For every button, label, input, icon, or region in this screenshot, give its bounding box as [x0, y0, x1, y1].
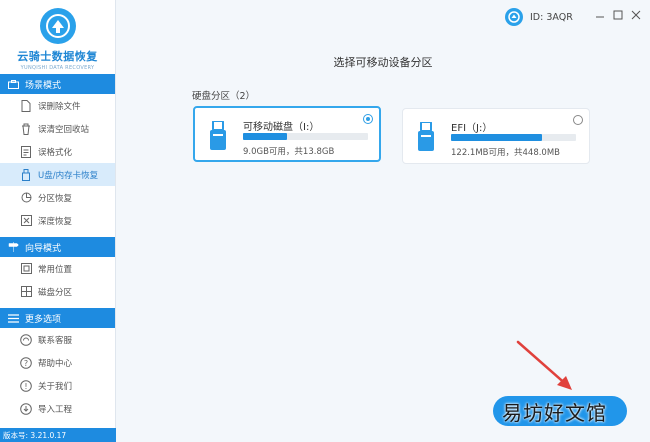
user-id: ID: 3AQR: [530, 11, 573, 23]
app-name: 云骑士数据恢复: [17, 50, 98, 63]
location-icon: [20, 263, 32, 275]
disk-usage-bar: [451, 134, 576, 141]
usb-drive-icon: [209, 120, 227, 151]
signpost-icon: [7, 242, 19, 252]
disk-radio[interactable]: [363, 114, 373, 124]
logo-area: 云骑士数据恢复 YUNQISHI DATA RECOVERY: [0, 0, 115, 72]
partition-icon: [20, 192, 32, 204]
section-title: 场景模式: [25, 80, 62, 91]
svg-text:!: !: [24, 382, 27, 391]
sidebar-item-label: 联系客服: [38, 335, 73, 346]
sidebar-item-help-center[interactable]: ? 帮助中心: [0, 351, 115, 374]
document-icon: [20, 99, 32, 112]
disk-usage-fill: [451, 134, 543, 141]
sidebar-item-label: 关于我们: [38, 381, 73, 392]
sidebar-item-label: 帮助中心: [38, 358, 73, 369]
briefcase-icon: [7, 79, 19, 89]
maximize-icon[interactable]: [612, 8, 624, 22]
sidebar-item-about-us[interactable]: ! 关于我们: [0, 374, 115, 397]
sidebar-item-disk-partition[interactable]: 磁盘分区: [0, 280, 115, 303]
sidebar-item-label: 误清空回收站: [38, 124, 90, 135]
usb-drive-icon: [417, 121, 435, 152]
sidebar: 云骑士数据恢复 YUNQISHI DATA RECOVERY 场景模式 误删除文…: [0, 0, 116, 442]
help-icon: ?: [20, 356, 32, 369]
usb-drive-icon: [20, 168, 32, 181]
sidebar-item-usb-recovery[interactable]: U盘/内存卡恢复: [0, 163, 115, 186]
deep-scan-icon: [20, 215, 32, 227]
disk-icon: [20, 286, 32, 298]
section-header-scene-mode: 场景模式: [0, 74, 115, 94]
sidebar-item-recycle-bin[interactable]: 误清空回收站: [0, 117, 115, 140]
sidebar-item-label: U盘/内存卡恢复: [38, 170, 99, 181]
menu-icon: [7, 313, 19, 323]
close-icon[interactable]: [630, 8, 642, 22]
section-title: 更多选项: [25, 314, 62, 325]
minimize-icon[interactable]: [594, 8, 606, 22]
headset-icon: [20, 333, 32, 346]
version-label: 版本号: 3.21.0.17: [0, 428, 116, 442]
disk-capacity: 122.1MB可用，共448.0MB: [451, 148, 560, 158]
disk-group-label: 硬盘分区（2）: [192, 91, 256, 102]
sidebar-item-deep-recovery[interactable]: 深度恢复: [0, 209, 115, 232]
user-avatar-icon: [505, 8, 523, 26]
import-icon: [20, 402, 32, 415]
sidebar-item-deleted-files[interactable]: 误删除文件: [0, 94, 115, 117]
disk-card-efi-j[interactable]: EFI（J:） 122.1MB可用，共448.0MB: [402, 108, 590, 164]
info-icon: !: [20, 379, 32, 392]
section-header-wizard-mode: 向导模式: [0, 237, 115, 257]
disk-card-removable-i[interactable]: 可移动磁盘（I:） 9.0GB可用，共13.8GB: [193, 106, 381, 162]
sidebar-item-common-locations[interactable]: 常用位置: [0, 257, 115, 280]
window-controls: [594, 8, 642, 22]
sidebar-item-label: 分区恢复: [38, 193, 73, 204]
disk-capacity: 9.0GB可用，共13.8GB: [243, 147, 335, 157]
sidebar-item-label: 磁盘分区: [38, 287, 73, 298]
sidebar-item-label: 误格式化: [38, 147, 73, 158]
disk-usage-bar: [243, 133, 368, 140]
disk-usage-fill: [243, 133, 287, 140]
app-subtitle: YUNQISHI DATA RECOVERY: [20, 65, 95, 71]
disk-name: 可移动磁盘（I:）: [243, 122, 320, 133]
svg-text:?: ?: [24, 359, 28, 368]
section-title: 向导模式: [25, 243, 62, 254]
sidebar-item-label: 常用位置: [38, 264, 73, 275]
sidebar-item-partition-recovery[interactable]: 分区恢复: [0, 186, 115, 209]
format-icon: [20, 145, 32, 158]
app-logo-icon: [39, 8, 76, 44]
disk-name: EFI（J:）: [451, 123, 493, 134]
recycle-bin-icon: [20, 123, 32, 135]
top-bar: ID: 3AQR: [116, 0, 650, 36]
sidebar-item-label: 深度恢复: [38, 216, 73, 227]
sidebar-item-label: 导入工程: [38, 404, 73, 415]
sidebar-item-import-project[interactable]: 导入工程: [0, 397, 115, 420]
sidebar-item-contact-support[interactable]: 联系客服: [0, 328, 115, 351]
sidebar-item-format[interactable]: 误格式化: [0, 140, 115, 163]
red-arrow-annotation: [516, 340, 572, 390]
page-title: 选择可移动设备分区: [333, 56, 433, 69]
sidebar-item-label: 误删除文件: [38, 101, 81, 112]
user-badge[interactable]: ID: 3AQR: [505, 8, 573, 26]
watermark-text: 易坊好文馆: [502, 401, 607, 425]
disk-radio[interactable]: [573, 115, 583, 125]
section-header-more-options: 更多选项: [0, 308, 115, 328]
